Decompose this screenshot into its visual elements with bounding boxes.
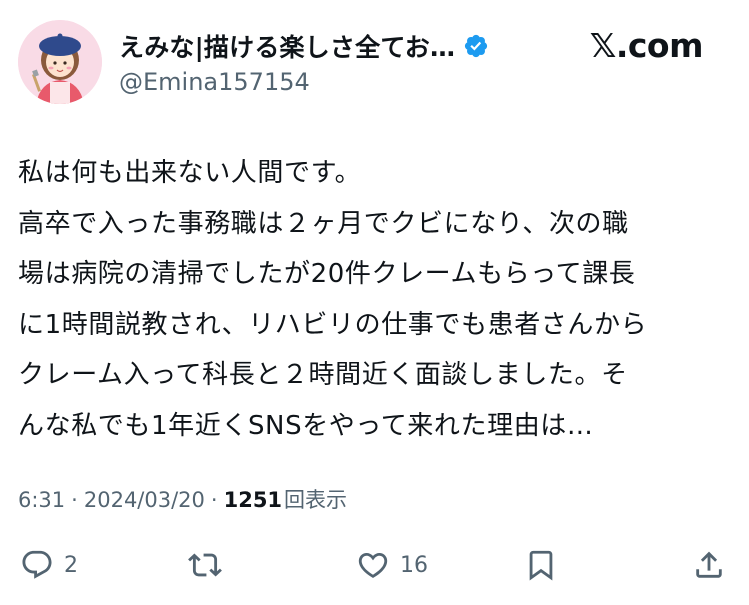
display-name[interactable]: えみな|描ける楽しさ全てお… (119, 28, 455, 64)
name-row[interactable]: えみな|描ける楽しさ全てお… (119, 26, 489, 66)
tweet-line: 私は何も出来ない人間です。 (18, 158, 362, 188)
user-handle[interactable]: @Emina157154 (119, 68, 310, 96)
tweet-time[interactable]: 6:31 (18, 488, 65, 512)
bookmark-icon (524, 548, 558, 582)
avatar-illustration (18, 20, 102, 104)
like-count: 16 (400, 552, 428, 578)
tweet-line: に1時間説教され、リハビリの仕事でも患者さんから (18, 309, 648, 340)
bookmark-button[interactable] (524, 540, 558, 590)
like-button[interactable]: 16 (356, 540, 428, 590)
avatar[interactable] (18, 20, 102, 104)
tweet-line: 場は病院の清掃でしたが20件クレームもらって課長 (18, 259, 636, 289)
views-count: 1251 (223, 488, 283, 512)
meta-separator: · (210, 488, 218, 512)
share-button[interactable] (692, 540, 726, 590)
reply-button[interactable]: 2 (20, 540, 78, 590)
reply-icon (20, 548, 54, 582)
tweet-meta: 6:31 · 2024/03/20 · 1251 回表示 (18, 484, 347, 514)
verified-badge-icon (463, 33, 489, 59)
tweet-line: 高卒で入った事務職は２ヶ月でクビになり、次の職 (18, 208, 629, 239)
tweet-line: んな私でも1年近くSNSをやって来れた理由は… (18, 410, 594, 441)
tweet-line: クレーム入って科長と２時間近く面談しました。そ (18, 360, 628, 390)
retweet-icon (188, 548, 222, 582)
meta-separator: · (71, 488, 78, 512)
share-icon (692, 548, 726, 582)
tweet-text: 私は何も出来ない人間です。 高卒で入った事務職は２ヶ月でクビになり、次の職 場は… (18, 148, 733, 451)
tweet-card: えみな|描ける楽しさ全てお… @Emina157154 𝕏.com 私は何も出来… (0, 0, 749, 605)
reply-count: 2 (64, 552, 78, 578)
views-label: 回表示 (284, 488, 348, 512)
brand-logo: 𝕏.com (589, 26, 704, 65)
tweet-date[interactable]: 2024/03/20 (84, 488, 205, 512)
retweet-button[interactable] (188, 540, 232, 590)
action-bar: 2 16 (0, 540, 749, 590)
like-icon (356, 548, 390, 582)
